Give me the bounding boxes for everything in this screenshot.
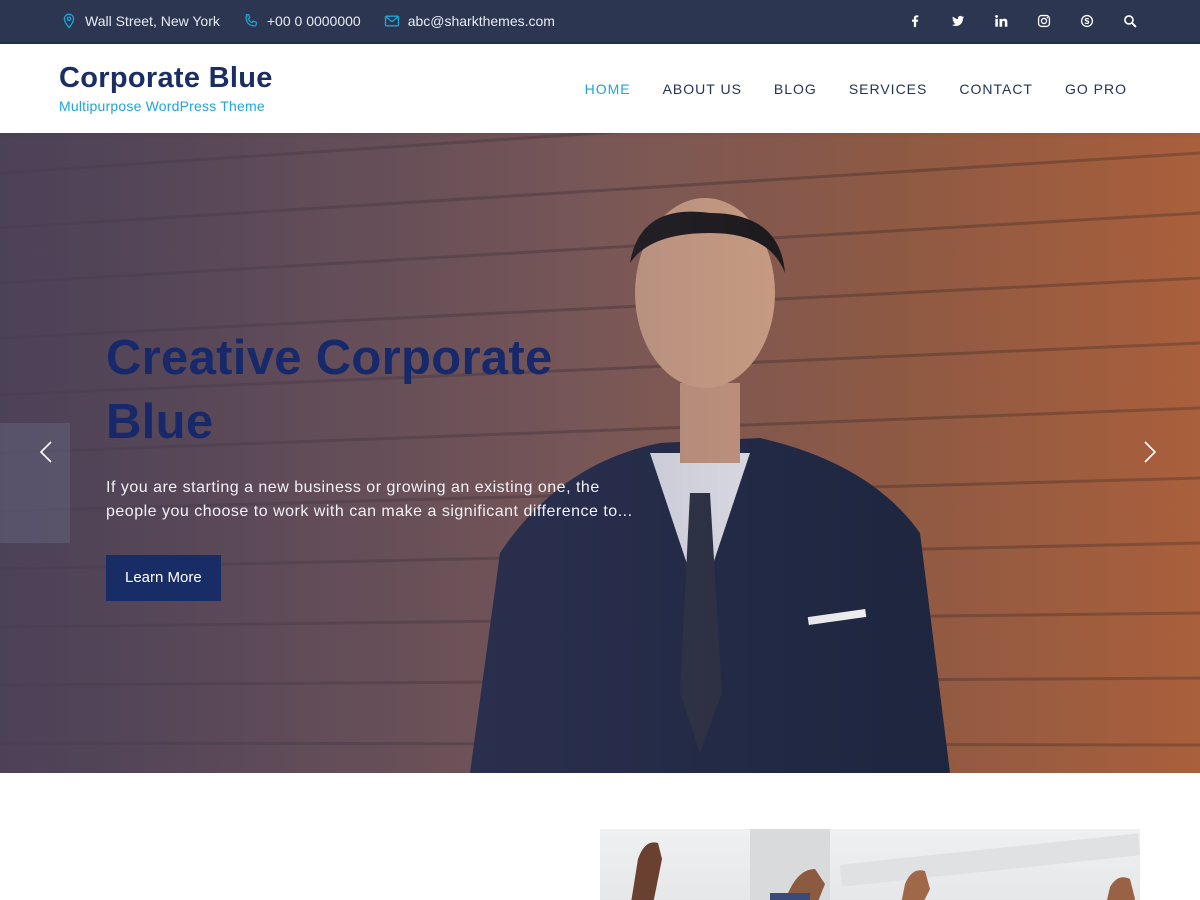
address-item: Wall Street, New York bbox=[60, 12, 220, 30]
site-branding[interactable]: Corporate Blue Multipurpose WordPress Th… bbox=[59, 62, 273, 114]
search-icon[interactable] bbox=[1120, 11, 1140, 31]
hero-title-line-2: Blue bbox=[106, 395, 214, 449]
email-item[interactable]: abc@sharkthemes.com bbox=[383, 12, 555, 30]
hero-title-line-1: Creative Corporate bbox=[106, 331, 553, 385]
address-text: Wall Street, New York bbox=[85, 13, 220, 29]
site-tagline: Multipurpose WordPress Theme bbox=[59, 97, 265, 114]
twitter-icon[interactable] bbox=[948, 11, 968, 31]
phone-text[interactable]: +00 0 0000000 bbox=[267, 13, 361, 29]
site-title[interactable]: Corporate Blue bbox=[59, 62, 273, 95]
envelope-icon bbox=[383, 12, 401, 30]
top-bar: Wall Street, New York +00 0 0000000 abc@… bbox=[0, 0, 1200, 44]
team-celebration-image bbox=[631, 829, 1140, 900]
skype-icon[interactable]: S bbox=[1077, 11, 1097, 31]
social-links: S bbox=[882, 11, 1140, 31]
linkedin-icon[interactable] bbox=[991, 11, 1011, 31]
map-pin-icon bbox=[60, 12, 78, 30]
learn-more-button[interactable]: Learn More bbox=[106, 555, 221, 601]
hero-description-line-1: If you are starting a new business or gr… bbox=[106, 479, 600, 496]
hero-description: If you are starting a new business or gr… bbox=[106, 476, 666, 524]
slider-next-button[interactable] bbox=[1138, 437, 1162, 471]
nav-item-about-us[interactable]: ABOUT US bbox=[663, 81, 742, 97]
hero-title: Creative Corporate Blue bbox=[106, 326, 666, 454]
chevron-right-icon bbox=[1143, 440, 1157, 469]
svg-text:S: S bbox=[1084, 17, 1090, 26]
slider-prev-button[interactable] bbox=[34, 437, 58, 471]
facebook-icon[interactable] bbox=[905, 11, 925, 31]
hero-content: Creative Corporate Blue If you are start… bbox=[106, 326, 666, 601]
phone-icon bbox=[242, 12, 260, 30]
nav-item-home[interactable]: HOME bbox=[585, 81, 631, 97]
nav-item-contact[interactable]: CONTACT bbox=[959, 81, 1033, 97]
hero-description-line-2: people you choose to work with can make … bbox=[106, 503, 633, 520]
about-section-image bbox=[600, 829, 1140, 900]
nav-item-services[interactable]: SERVICES bbox=[849, 81, 928, 97]
nav-item-go-pro[interactable]: GO PRO bbox=[1065, 81, 1127, 97]
site-header: Corporate Blue Multipurpose WordPress Th… bbox=[0, 44, 1200, 133]
hero-slider: Creative Corporate Blue If you are start… bbox=[0, 133, 1200, 773]
nav-item-blog[interactable]: BLOG bbox=[774, 81, 817, 97]
phone-item[interactable]: +00 0 0000000 bbox=[242, 12, 361, 30]
instagram-icon[interactable] bbox=[1034, 11, 1054, 31]
main-navigation: HOME ABOUT US BLOG SERVICES CONTACT GO P… bbox=[553, 81, 1127, 97]
email-text[interactable]: abc@sharkthemes.com bbox=[408, 13, 555, 29]
chevron-left-icon bbox=[39, 440, 53, 469]
